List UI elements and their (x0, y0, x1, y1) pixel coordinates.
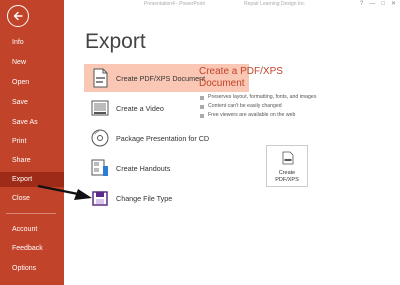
file-type-icon (90, 188, 110, 208)
bullet-square-icon (200, 96, 204, 100)
detail-bullet: Content can't be easily changed (199, 103, 329, 110)
sidebar-item-print[interactable]: Print (0, 134, 64, 149)
close-window-icon[interactable]: ✕ (391, 0, 396, 9)
bullet-square-icon (200, 114, 204, 118)
sidebar-item-export[interactable]: Export (0, 172, 64, 187)
export-option-handouts[interactable]: Create Handouts (84, 154, 249, 182)
export-option-label: Create Handouts (116, 163, 171, 173)
sidebar-item-close[interactable]: Close (0, 191, 64, 206)
bullet-square-icon (200, 105, 204, 109)
export-option-label: Create PDF/XPS Document (116, 73, 206, 83)
create-pdf-xps-button[interactable]: Create PDF/XPS (266, 145, 308, 187)
title-bar: Presentation4 - PowerPoint Repair Learni… (64, 0, 400, 9)
detail-bullet: Free viewers are available on the web (199, 112, 329, 119)
detail-bullets: Preserves layout, formatting, fonts, and… (199, 94, 329, 119)
sidebar-item-info[interactable]: Info (0, 35, 64, 50)
sidebar-item-save[interactable]: Save (0, 95, 64, 110)
back-arrow-icon[interactable] (7, 5, 29, 27)
user-name: Repair Learning Design Inc (244, 1, 305, 7)
export-option-label: Change File Type (116, 193, 173, 203)
sidebar-item-open[interactable]: Open (0, 75, 64, 90)
create-button-label-line1: Create (278, 170, 296, 176)
detail-bullet: Preserves layout, formatting, fonts, and… (199, 94, 329, 101)
minimize-icon[interactable]: — (369, 0, 375, 9)
document-title: Presentation4 - PowerPoint (144, 1, 205, 7)
video-icon (90, 98, 110, 118)
sidebar-item-options[interactable]: Options (0, 261, 64, 276)
sidebar-item-new[interactable]: New (0, 55, 64, 70)
export-option-label: Package Presentation for CD (116, 133, 210, 143)
sidebar-divider (6, 213, 56, 214)
backstage-sidebar: Info New Open Save Save As Print Share E… (0, 0, 64, 285)
sidebar-item-share[interactable]: Share (0, 153, 64, 168)
export-option-label: Create a Video (116, 103, 164, 113)
handouts-icon (90, 158, 110, 178)
detail-title: Create a PDF/XPS Document (199, 66, 283, 89)
sidebar-item-feedback[interactable]: Feedback (0, 241, 64, 256)
export-pane: Presentation4 - PowerPoint Repair Learni… (64, 0, 400, 285)
export-detail-panel: Create a PDF/XPS Document Preserves layo… (199, 66, 329, 121)
pdf-document-icon (90, 68, 110, 88)
cd-icon (90, 128, 110, 148)
pdf-document-icon (281, 151, 295, 165)
page-title: Export (85, 30, 146, 53)
sidebar-item-save-as[interactable]: Save As (0, 115, 64, 130)
help-icon[interactable]: ? (360, 0, 363, 9)
export-option-change-file-type[interactable]: Change File Type (84, 184, 249, 212)
window-controls: ? — □ ✕ (360, 0, 396, 9)
maximize-icon[interactable]: □ (381, 0, 385, 9)
sidebar-item-account[interactable]: Account (0, 222, 64, 237)
export-option-package-cd[interactable]: Package Presentation for CD (84, 124, 249, 152)
create-button-label-line2: PDF/XPS (275, 177, 299, 183)
